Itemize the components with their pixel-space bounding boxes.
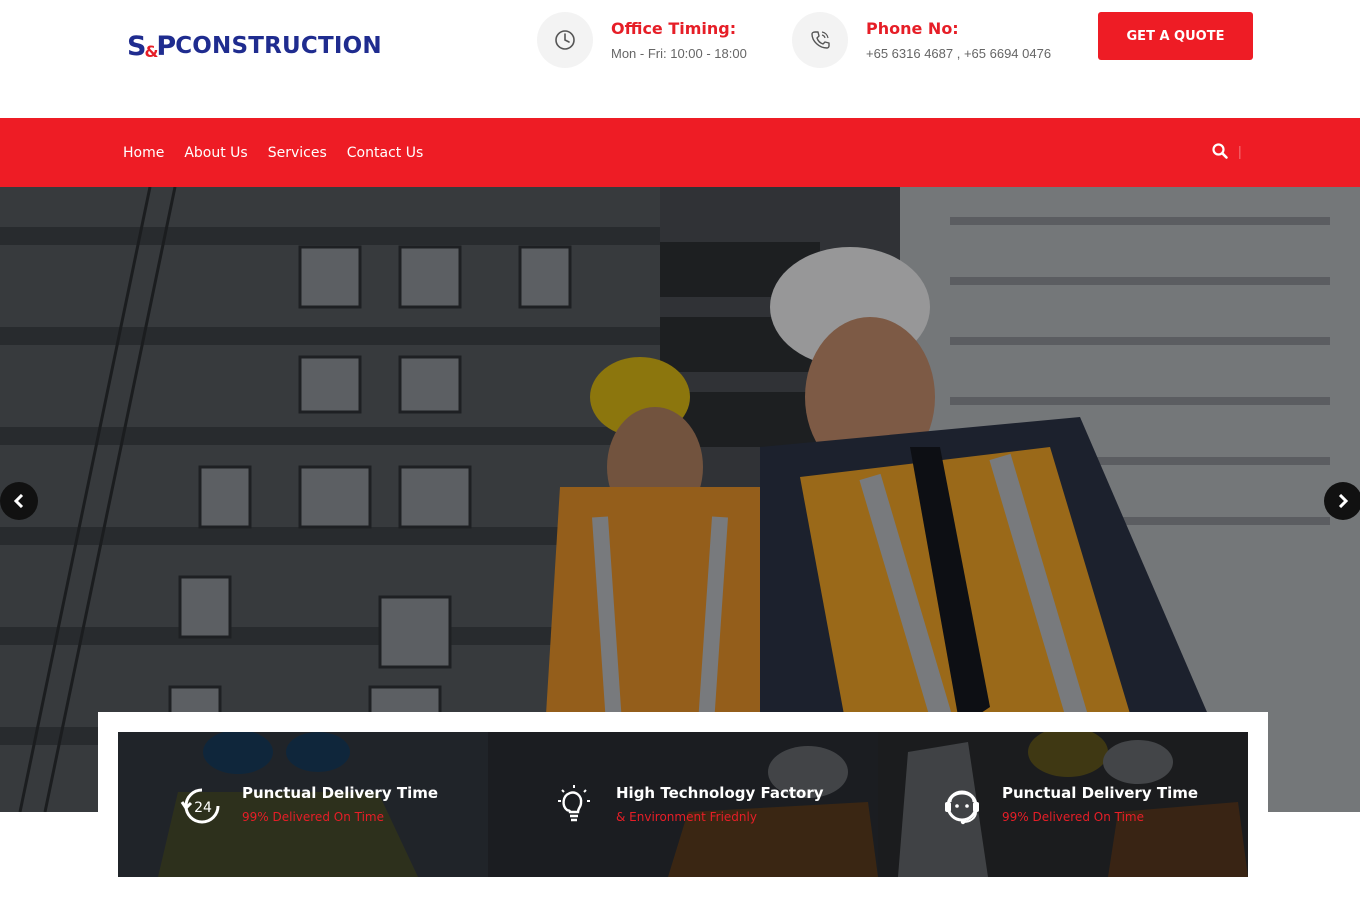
feature-subtitle: 99% Delivered On Time (1002, 810, 1144, 824)
feature-title: Punctual Delivery Time (1002, 784, 1199, 802)
nav-separator: | (1238, 143, 1242, 159)
nav-item-about-us[interactable]: About Us (184, 145, 247, 161)
phone-value: +65 6316 4687 , +65 6694 0476 (866, 46, 1052, 61)
chevron-right-icon (1338, 494, 1349, 508)
features-row: 24 Punctual Delivery Time 99% Delivered … (118, 732, 1248, 877)
nav-item-contact-us[interactable]: Contact Us (347, 145, 423, 161)
slider-prev-button[interactable] (0, 482, 38, 520)
nav-item-services[interactable]: Services (268, 145, 327, 161)
slider-next-button[interactable] (1324, 482, 1360, 520)
24-hours-icon: 24 (178, 782, 226, 830)
logo-text: CONSTRUCTION (175, 33, 382, 59)
feature-card: High Technology Factory & Environment Fr… (488, 732, 878, 877)
site-header: S&P CONSTRUCTION Office Timing: Mon - Fr… (0, 0, 1360, 118)
office-timing-value: Mon - Fri: 10:00 - 18:00 (611, 46, 747, 61)
phone-info: Phone No: +65 6316 4687 , +65 6694 0476 (792, 12, 1051, 68)
svg-text:24: 24 (194, 800, 212, 816)
feature-subtitle: & Environment Friednly (616, 810, 757, 824)
search-icon[interactable] (1211, 142, 1233, 164)
phone-title: Phone No: (866, 19, 959, 38)
office-timing: Office Timing: Mon - Fri: 10:00 - 18:00 (537, 12, 747, 68)
feature-card: 24 Punctual Delivery Time 99% Delivered … (118, 732, 488, 877)
lightbulb-icon (550, 782, 598, 830)
feature-card: Punctual Delivery Time 99% Delivered On … (878, 732, 1248, 877)
main-nav: Home About Us Services Contact Us | (0, 118, 1360, 187)
site-logo[interactable]: S&P CONSTRUCTION (127, 26, 382, 66)
clock-icon (537, 12, 593, 68)
feature-title: Punctual Delivery Time (242, 784, 439, 802)
office-timing-title: Office Timing: (611, 19, 737, 38)
logo-mark: S&P (127, 30, 176, 62)
phone-icon (792, 12, 848, 68)
get-quote-button[interactable]: GET A QUOTE (1098, 12, 1253, 60)
chevron-left-icon (13, 494, 24, 508)
support-agent-icon (938, 782, 986, 830)
feature-subtitle: 99% Delivered On Time (242, 810, 384, 824)
nav-item-home[interactable]: Home (123, 145, 164, 161)
feature-title: High Technology Factory (616, 784, 824, 802)
